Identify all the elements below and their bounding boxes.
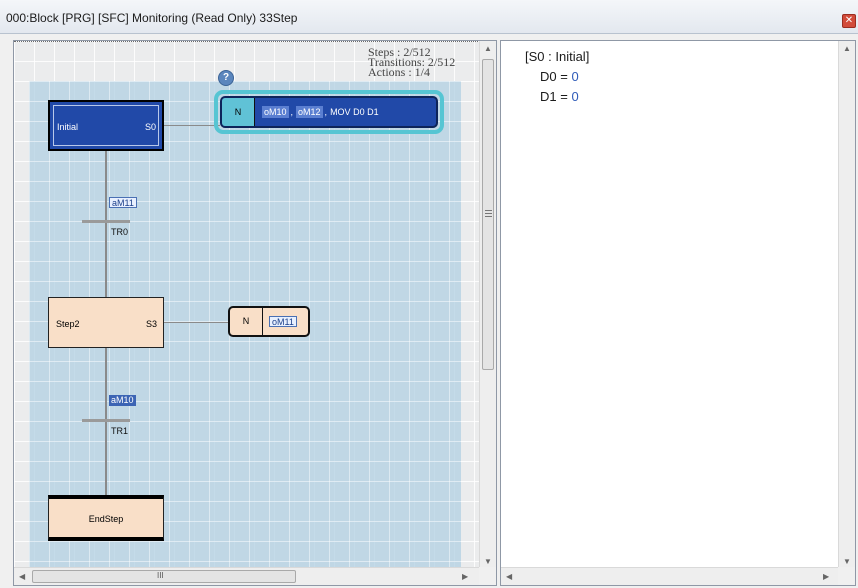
- device-monitor-pane: [S0 : Initial] D0 = 0 D1 = 0 ▲ ▼ ◀ ▶: [500, 40, 856, 586]
- scroll-grip: III: [157, 571, 164, 580]
- step-name: Step2: [56, 319, 80, 329]
- action-qualifier: N: [230, 308, 263, 335]
- action-block-s3[interactable]: N oM11: [228, 306, 310, 337]
- action-link: [164, 322, 228, 323]
- monitor-row[interactable]: D0 = 0: [525, 67, 589, 87]
- action-contact[interactable]: oM12: [296, 106, 323, 118]
- scroll-up-icon[interactable]: ▲: [484, 44, 492, 53]
- step-name: Initial: [57, 122, 79, 132]
- action-contact[interactable]: oM10: [262, 106, 289, 118]
- scroll-thumb[interactable]: III: [32, 570, 296, 583]
- transition-bar: [82, 419, 130, 422]
- monitor-list: [S0 : Initial] D0 = 0 D1 = 0: [525, 47, 589, 107]
- device-name: D0: [540, 69, 557, 84]
- title-bar: 000:Block [PRG] [SFC] Monitoring (Read O…: [0, 0, 858, 34]
- horizontal-scrollbar[interactable]: ◀ ▶: [501, 567, 839, 585]
- step-step2[interactable]: Step2 S3: [48, 297, 164, 348]
- help-icon[interactable]: ?: [218, 70, 234, 86]
- step-end[interactable]: EndStep: [48, 495, 164, 541]
- sfc-diagram-pane: Steps : 2/512 Transitions: 2/512 Actions…: [13, 40, 497, 586]
- scroll-down-icon[interactable]: ▼: [843, 557, 851, 566]
- program-info: Steps : 2/512 Transitions: 2/512 Actions…: [368, 46, 455, 78]
- vertical-scrollbar[interactable]: ▲ ▼: [838, 41, 855, 569]
- action-contact[interactable]: oM11: [269, 316, 297, 327]
- transition-bar: [82, 220, 130, 223]
- action-link: [164, 125, 220, 126]
- device-value: 0: [571, 89, 579, 104]
- transition-name: TR1: [111, 426, 129, 436]
- scroll-right-icon[interactable]: ▶: [462, 572, 468, 581]
- scroll-down-icon[interactable]: ▼: [484, 557, 492, 566]
- action-qualifier: N: [222, 98, 255, 126]
- step-initial[interactable]: Initial S0: [48, 100, 164, 151]
- horizontal-scrollbar[interactable]: ◀ III ▶: [14, 567, 480, 585]
- action-body: oM10, oM12, MOV D0 D1: [262, 106, 379, 118]
- monitor-header: [S0 : Initial]: [525, 49, 590, 64]
- action-instruction: MOV D0 D1: [330, 107, 379, 117]
- scroll-right-icon[interactable]: ▶: [823, 572, 829, 581]
- step-id: S3: [145, 319, 157, 329]
- scroll-thumb[interactable]: [482, 59, 494, 370]
- step-id: S0: [144, 122, 156, 132]
- monitor-row[interactable]: D1 = 0: [525, 87, 589, 107]
- vertical-scrollbar[interactable]: ▲ ▼: [479, 41, 496, 569]
- transition-name: TR0: [111, 227, 129, 237]
- transition-condition[interactable]: aM10: [109, 395, 136, 406]
- scroll-up-icon[interactable]: ▲: [843, 44, 851, 53]
- device-value: 0: [571, 69, 579, 84]
- close-icon[interactable]: ✕: [842, 14, 856, 28]
- action-block-s0[interactable]: N oM10, oM12, MOV D0 D1: [220, 96, 438, 128]
- device-name: D1: [540, 89, 557, 104]
- window-title: 000:Block [PRG] [SFC] Monitoring (Read O…: [6, 11, 298, 25]
- step-name: EndStep: [88, 514, 124, 524]
- scroll-left-icon[interactable]: ◀: [506, 572, 512, 581]
- transition-condition[interactable]: aM11: [109, 197, 137, 208]
- scroll-left-icon[interactable]: ◀: [19, 572, 25, 581]
- sfc-canvas: Steps : 2/512 Transitions: 2/512 Actions…: [14, 41, 480, 569]
- sfc-connector: [105, 151, 107, 297]
